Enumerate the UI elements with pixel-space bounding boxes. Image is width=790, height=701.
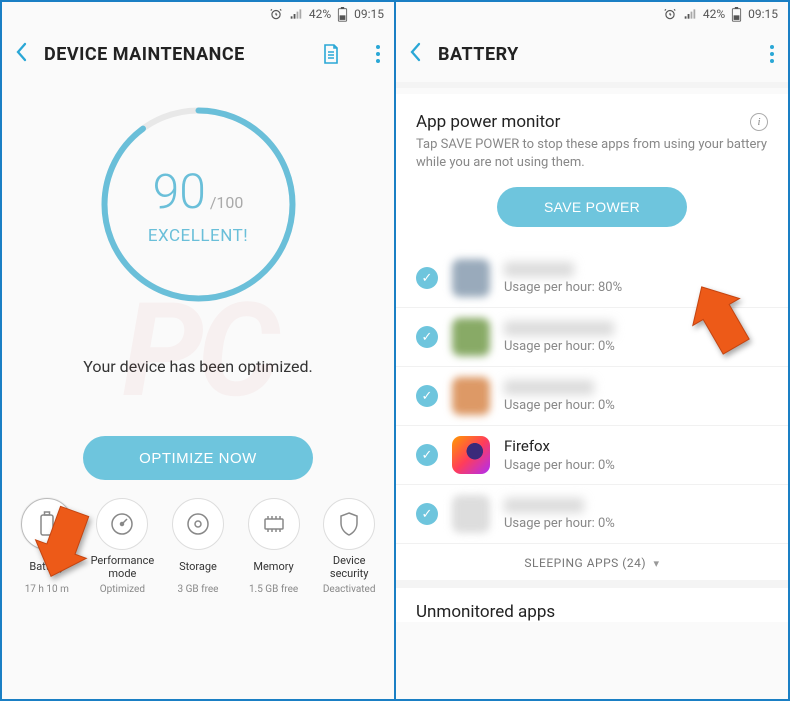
app-name: Firefox	[504, 437, 768, 455]
battery-icon	[731, 7, 742, 22]
category-battery[interactable]: Battery 17 h 10 m	[10, 498, 84, 595]
status-bar: 42% 09:15	[2, 2, 394, 26]
app-usage: Usage per hour: 0%	[504, 516, 768, 531]
battery-icon	[337, 7, 348, 22]
app-icon	[452, 259, 490, 297]
category-row: Battery 17 h 10 m Performance mode Optim…	[2, 480, 394, 595]
info-icon[interactable]: i	[750, 113, 768, 131]
app-icon	[452, 377, 490, 415]
app-row[interactable]: ✓ Usage per hour: 0%	[396, 308, 788, 367]
clock-time: 09:15	[748, 7, 778, 21]
section-description: Tap SAVE POWER to stop these apps from u…	[416, 136, 768, 171]
page-title: BATTERY	[438, 44, 754, 65]
score-value: 90	[153, 163, 206, 220]
unmonitored-section-title: Unmonitored apps	[396, 580, 788, 622]
back-icon[interactable]	[410, 42, 422, 67]
checkbox-icon[interactable]: ✓	[416, 503, 438, 525]
app-icon	[452, 318, 490, 356]
document-icon[interactable]	[322, 43, 340, 65]
app-row[interactable]: ✓ Usage per hour: 0%	[396, 367, 788, 426]
app-name	[504, 321, 614, 336]
alarm-icon	[269, 7, 283, 21]
checkbox-icon[interactable]: ✓	[416, 267, 438, 289]
app-header: BATTERY	[396, 26, 788, 82]
score-max: /100	[210, 193, 244, 212]
alarm-icon	[663, 7, 677, 21]
category-security[interactable]: Device security Deactivated	[312, 498, 386, 595]
app-name	[504, 262, 574, 277]
app-name	[504, 498, 584, 513]
app-row[interactable]: ✓ Usage per hour: 0%	[396, 485, 788, 543]
optimize-now-button[interactable]: OPTIMIZE NOW	[83, 436, 313, 480]
optimized-message: Your device has been optimized.	[2, 357, 394, 376]
category-memory[interactable]: Memory 1.5 GB free	[237, 498, 311, 595]
app-usage: Usage per hour: 0%	[504, 458, 768, 473]
checkbox-icon[interactable]: ✓	[416, 385, 438, 407]
chevron-down-icon: ▾	[654, 557, 660, 570]
clock-time: 09:15	[354, 7, 384, 21]
battery-pct: 42%	[703, 7, 725, 21]
app-name	[504, 380, 594, 395]
signal-icon	[289, 7, 303, 21]
checkbox-icon[interactable]: ✓	[416, 326, 438, 348]
device-maintenance-screen: PC 42% 09:15 DEVICE MAINTENANCE	[2, 2, 396, 699]
app-row[interactable]: ✓ Usage per hour: 80%	[396, 249, 788, 308]
section-title: App power monitor	[416, 112, 560, 132]
status-bar: 42% 09:15	[396, 2, 788, 26]
more-icon[interactable]	[770, 45, 774, 63]
app-row-firefox[interactable]: ✓ Firefox Usage per hour: 0%	[396, 426, 788, 485]
power-monitor-section: App power monitor i Tap SAVE POWER to st…	[396, 94, 788, 249]
app-header: DEVICE MAINTENANCE	[2, 26, 394, 82]
more-icon[interactable]	[376, 45, 380, 63]
app-list: ✓ Usage per hour: 80% ✓ Usage per hour: …	[396, 249, 788, 543]
save-power-button[interactable]: SAVE POWER	[497, 187, 687, 227]
category-storage[interactable]: Storage 3 GB free	[161, 498, 235, 595]
score-widget: 90 /100 EXCELLENT!	[2, 102, 394, 307]
firefox-icon	[452, 436, 490, 474]
app-icon	[452, 495, 490, 533]
checkbox-icon[interactable]: ✓	[416, 444, 438, 466]
battery-screen: 42% 09:15 BATTERY App power monitor i Ta…	[396, 2, 788, 699]
app-usage: Usage per hour: 80%	[504, 280, 768, 295]
score-label: EXCELLENT!	[148, 226, 248, 246]
battery-pct: 42%	[309, 7, 331, 21]
page-title: DEVICE MAINTENANCE	[44, 44, 306, 65]
app-usage: Usage per hour: 0%	[504, 398, 768, 413]
category-performance[interactable]: Performance mode Optimized	[86, 498, 160, 595]
app-usage: Usage per hour: 0%	[504, 339, 768, 354]
signal-icon	[683, 7, 697, 21]
sleeping-apps-toggle[interactable]: SLEEPING APPS (24) ▾	[396, 543, 788, 580]
back-icon[interactable]	[16, 42, 28, 67]
